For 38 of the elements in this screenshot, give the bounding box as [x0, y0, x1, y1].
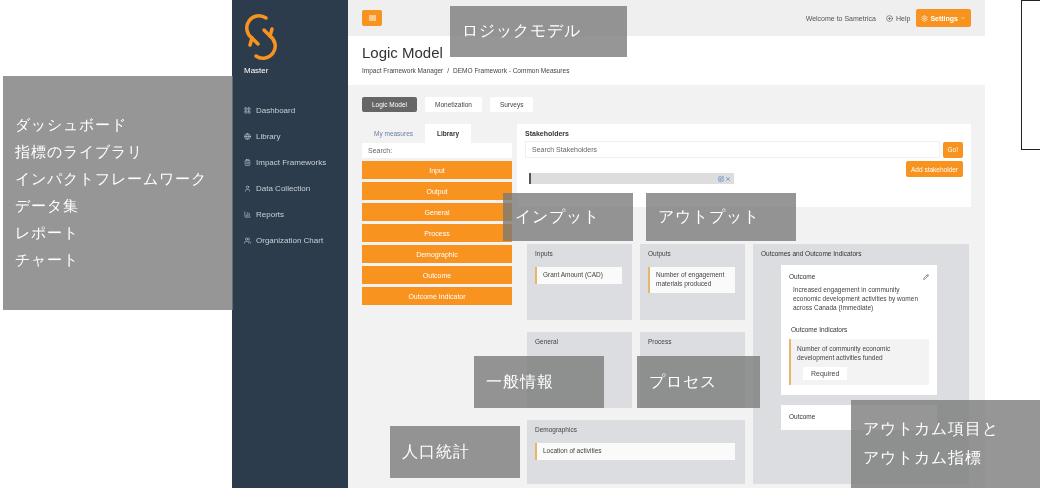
- logo-icon: [244, 14, 278, 60]
- annotation-text: ダッシュボード: [15, 116, 128, 135]
- chart-icon: [244, 210, 251, 218]
- annotation-text: ロジックモデル: [462, 21, 582, 42]
- close-icon[interactable]: [725, 175, 731, 182]
- users-icon: [244, 236, 251, 244]
- plus-circle-icon: [885, 14, 893, 22]
- edit-icon[interactable]: [718, 175, 724, 182]
- annotation-text: アウトカム指標: [863, 448, 983, 469]
- sidebar-item[interactable]: Reports: [232, 201, 348, 227]
- clipboard-icon: [244, 158, 251, 166]
- annotation-text: インパクトフレームワーク: [15, 170, 208, 189]
- annotation-text: 人口統計: [402, 441, 471, 463]
- annotation-text: データ集: [15, 197, 80, 216]
- caret-icon: [960, 15, 966, 21]
- sidebar-item[interactable]: Data Collection: [232, 175, 348, 201]
- brand-label: Master: [244, 66, 269, 75]
- grid-icon: [244, 106, 251, 114]
- annotation-text: プロセス: [649, 371, 718, 393]
- annotation-text: アウトプット: [658, 206, 761, 228]
- menu-button[interactable]: [362, 10, 382, 26]
- annotation-text: 指標のライブラリ: [15, 143, 144, 162]
- page-title: Logic Model: [362, 44, 444, 61]
- annotation-text: インプット: [515, 206, 601, 228]
- stakeholder-chip[interactable]: [529, 173, 734, 184]
- settings-icon: [921, 14, 929, 22]
- annotation-text: 一般情報: [486, 371, 555, 393]
- menu-icon: [368, 15, 376, 21]
- sidebar-item[interactable]: Impact Frameworks: [232, 149, 348, 175]
- annotation-text: アウトカム項目と: [863, 419, 1000, 440]
- pencil-icon[interactable]: [923, 273, 929, 280]
- annotation-text: チャート: [15, 251, 80, 270]
- sidebar-item[interactable]: Organization Chart: [232, 227, 348, 253]
- sidebar-item[interactable]: Library: [232, 123, 348, 149]
- globe-icon: [244, 132, 251, 140]
- user-icon: [244, 184, 251, 192]
- annotation-text: レポート: [15, 224, 80, 243]
- sidebar-item[interactable]: Dashboard: [232, 97, 348, 123]
